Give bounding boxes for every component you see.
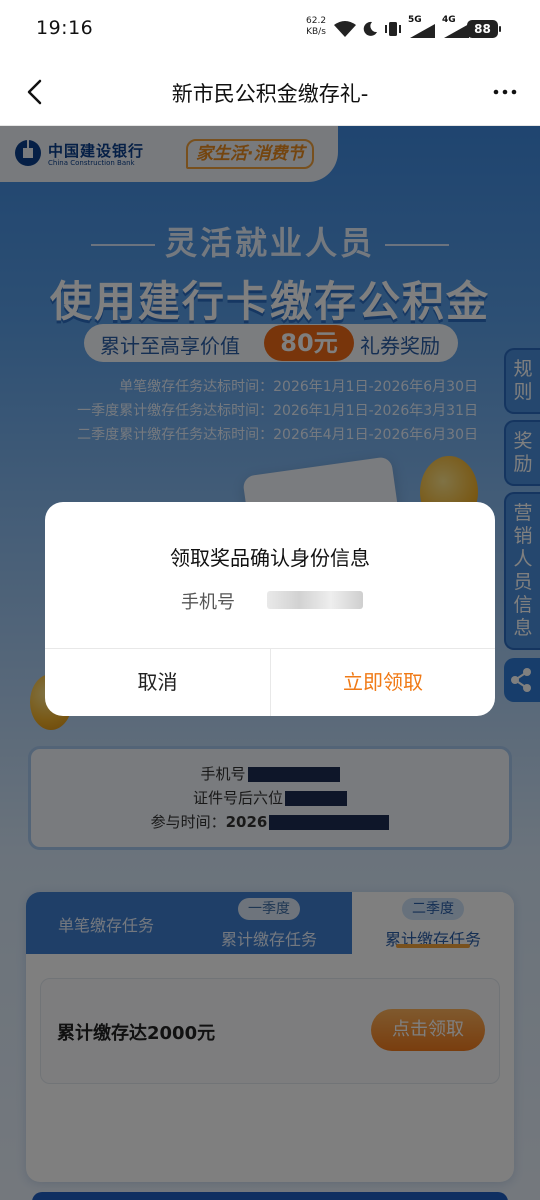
- status-time: 19:16: [36, 17, 94, 39]
- network-speed: 62.2 KB/s: [306, 16, 326, 38]
- page-title: 新市民公积金缴存礼-: [171, 82, 369, 106]
- network-speed-unit: KB/s: [306, 27, 326, 37]
- signal-5g-icon: 5G: [408, 15, 436, 39]
- signal-4g-icon: 4G: [442, 15, 470, 39]
- vibrate-icon: [385, 22, 401, 36]
- status-bar: 19:16 62.2 KB/s 5G 4G 88: [0, 0, 540, 58]
- do-not-disturb-moon-icon: [363, 21, 377, 36]
- sim1-label: 5G: [408, 15, 422, 25]
- dialog-title: 领取奖品确认身份信息: [170, 546, 370, 570]
- nav-bar: 新市民公积金缴存礼-: [0, 58, 540, 126]
- chevron-left-icon[interactable]: [22, 78, 50, 106]
- confirm-identity-dialog: 领取奖品确认身份信息 手机号 取消 立即领取: [45, 502, 495, 716]
- cancel-button[interactable]: 取消: [45, 648, 270, 716]
- masked-phone-value: [267, 591, 363, 609]
- claim-now-button[interactable]: 立即领取: [271, 648, 495, 716]
- more-dots-icon[interactable]: [492, 80, 518, 104]
- dialog-phone-label: 手机号: [181, 592, 235, 613]
- battery-icon: 88: [467, 20, 501, 38]
- wifi-icon: [334, 21, 356, 37]
- status-icons: 5G 4G: [334, 15, 470, 40]
- network-speed-value: 62.2: [306, 16, 327, 26]
- sim2-label: 4G: [442, 15, 456, 25]
